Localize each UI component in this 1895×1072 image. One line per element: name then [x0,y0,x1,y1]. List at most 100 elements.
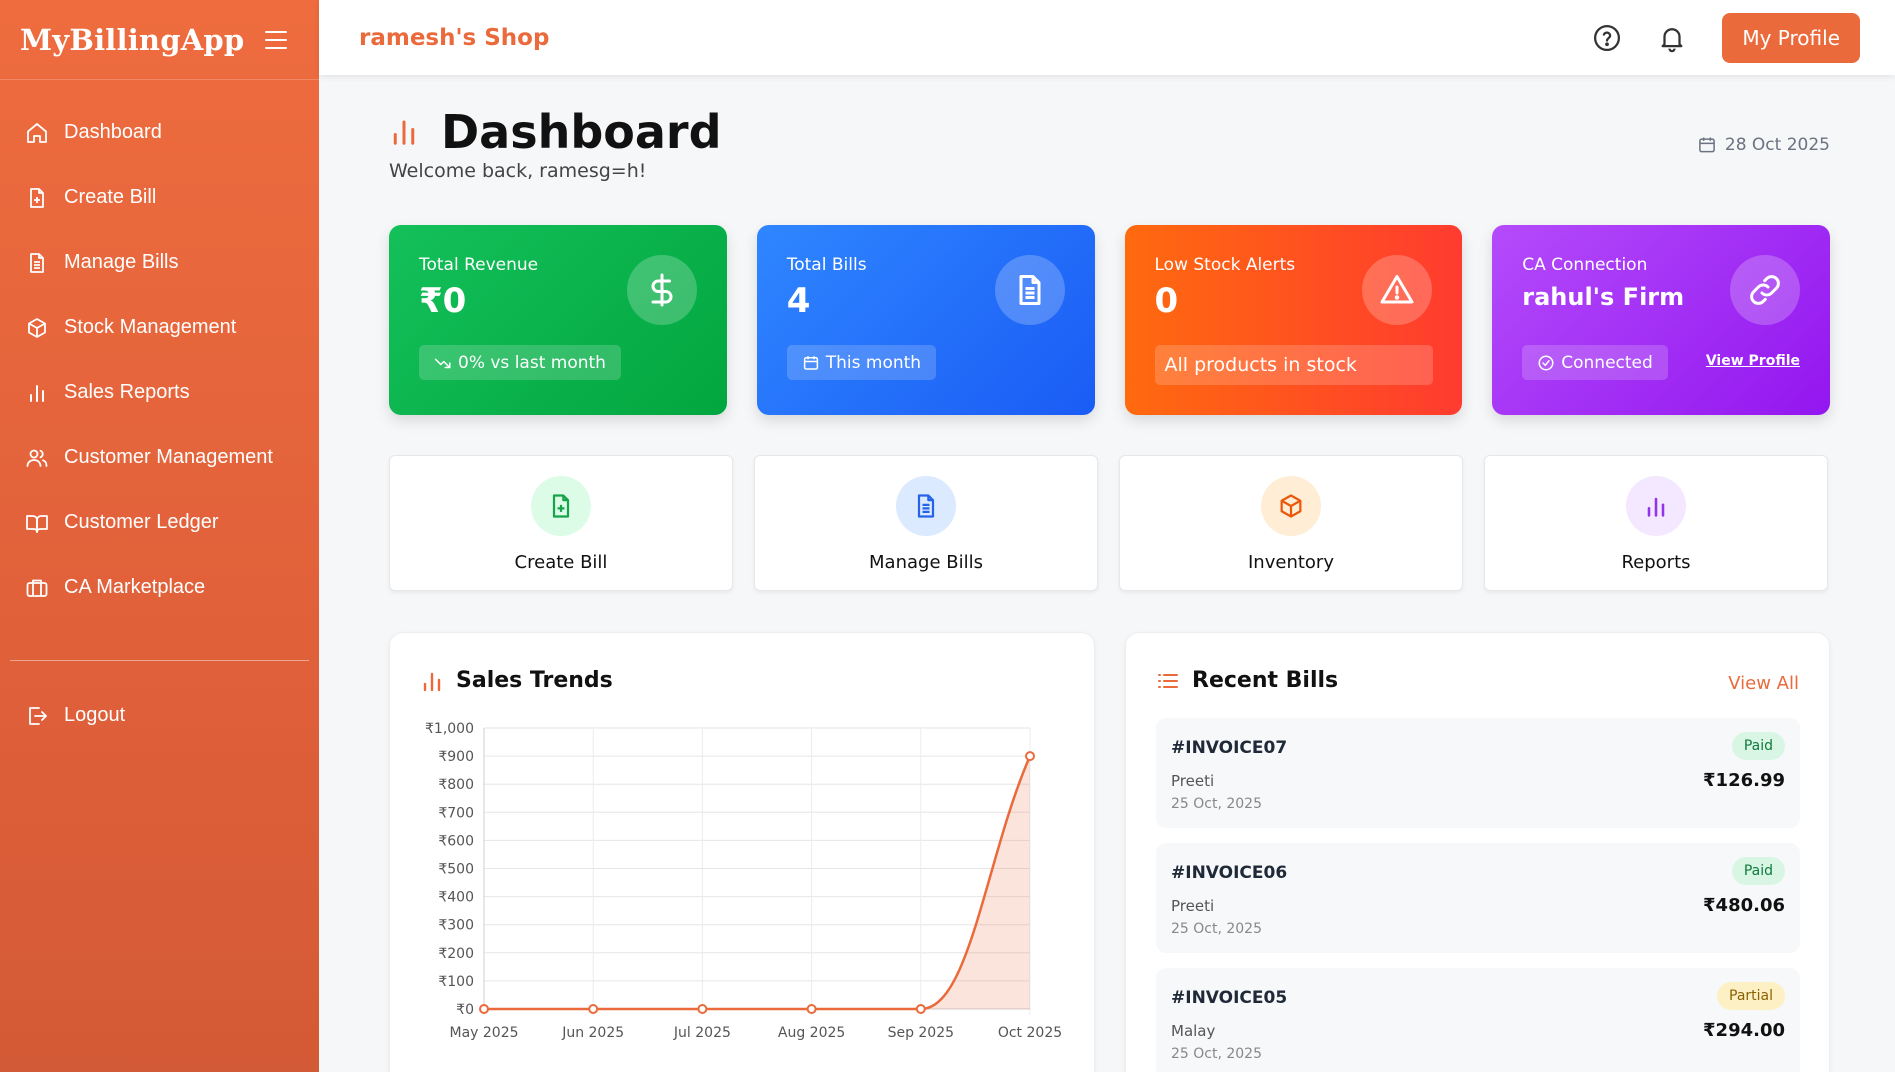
welcome-message: Welcome back, ramesg=h! [389,160,647,182]
sidebar-item-customer-ledger[interactable]: Customer Ledger [0,490,319,555]
stat-icon-circle [994,255,1065,325]
calendar-icon [803,355,818,370]
bill-amount: ₹294.00 [1703,1020,1785,1041]
bill-status-badge: Paid [1731,732,1785,760]
sidebar-item-stock-management[interactable]: Stock Management [0,295,319,360]
dollar-icon [651,273,673,307]
quick-action-manage-bills[interactable]: Manage Bills [754,455,1098,591]
book-icon [26,514,48,533]
sidebar-item-ca-marketplace[interactable]: CA Marketplace [0,555,319,620]
date-text: 28 Oct 2025 [1724,135,1830,155]
recent-bills-panel: Recent Bills View All #INVOICE07 Preeti … [1125,632,1830,1072]
check-circle-icon [1538,355,1554,370]
my-profile-button[interactable]: My Profile [1722,12,1860,63]
help-icon[interactable] [1592,23,1622,53]
panel-title-text: Recent Bills [1192,668,1339,693]
file-plus-icon [30,187,44,208]
bill-customer: Malay [1171,1022,1216,1040]
y-tick-label: ₹200 [438,946,474,962]
quick-action-label: Manage Bills [869,552,983,573]
sidebar-item-manage-bills[interactable]: Manage Bills [0,230,319,295]
link-icon [1750,275,1780,305]
bar-chart-icon [30,384,44,402]
bill-date: 25 Oct, 2025 [1171,1046,1262,1062]
bill-item[interactable]: #INVOICE06 Preeti 25 Oct, 2025 Paid ₹480… [1156,843,1800,953]
bill-status-badge: Paid [1731,857,1785,885]
sales-area-fill [484,756,1030,1009]
bar-chart-icon [1647,497,1665,517]
sidebar-item-sales-reports[interactable]: Sales Reports [0,360,319,425]
sidebar-item-logout[interactable]: Logout [0,683,319,748]
bill-customer: Preeti [1171,897,1215,915]
y-tick-label: ₹900 [438,749,474,765]
data-point [697,1004,708,1014]
sidebar-item-dashboard[interactable]: Dashboard [0,100,319,165]
y-tick-label: ₹0 [456,1002,474,1018]
data-point [915,1004,926,1014]
x-tick-label: Jun 2025 [561,1025,624,1041]
bill-id: #INVOICE05 [1171,988,1288,1008]
logout-icon [29,706,47,725]
chip-text: Connected [1561,352,1653,373]
stock-status-chip: All products in stock [1154,345,1433,385]
low-stock-card[interactable]: Low Stock Alerts 0 All products in stock [1124,225,1463,415]
box-icon [1280,494,1302,518]
quick-action-label: Create Bill [514,552,608,573]
quick-action-inventory[interactable]: Inventory [1119,455,1463,591]
quick-actions: Create Bill Manage Bills Inventory Repor… [389,455,1830,591]
sidebar-item-customer-management[interactable]: Customer Management [0,425,319,490]
y-tick-label: ₹800 [438,777,474,793]
sidebar-item-label: Create Bill [64,186,157,208]
total-revenue-card[interactable]: Total Revenue ₹0 0% vs last month [389,225,727,415]
sidebar-item-label: CA Marketplace [64,576,206,598]
y-tick-label: ₹300 [438,918,474,934]
quick-action-create-bill[interactable]: Create Bill [389,455,733,591]
sidebar-item-label: Customer Management [64,446,273,468]
briefcase-icon [26,579,48,597]
sales-line [484,755,1032,1011]
y-tick-label: ₹400 [438,890,474,906]
quick-action-reports[interactable]: Reports [1484,455,1828,591]
page-title-row: Dashboard [389,105,722,159]
y-tick-label: ₹500 [438,862,474,878]
bell-icon[interactable] [1657,23,1687,53]
quick-action-label: Inventory [1248,552,1334,573]
data-point [806,1004,817,1014]
data-point [1025,751,1035,762]
ca-connection-card[interactable]: CA Connection rahul's Firm Connected Vie… [1492,225,1830,415]
total-bills-card[interactable]: Total Bills 4 This month [756,225,1095,415]
bill-item[interactable]: #INVOICE05 Malay 25 Oct, 2025 Partial ₹2… [1156,968,1800,1072]
quick-action-label: Reports [1621,552,1691,573]
chip-text: 0% vs last month [458,352,606,373]
view-all-link[interactable]: View All [1728,673,1799,694]
sidebar-item-label: Manage Bills [64,251,179,273]
box-icon [28,317,46,338]
page-title: Dashboard [441,105,722,159]
bill-amount: ₹126.99 [1703,770,1785,791]
data-point [479,1004,489,1014]
sidebar-item-create-bill[interactable]: Create Bill [0,165,319,230]
x-tick-label: May 2025 [449,1025,518,1041]
y-tick-label: ₹1,000 [425,721,474,737]
hamburger-menu-icon[interactable] [265,30,287,49]
quick-action-icon-circle [531,476,591,536]
sidebar-item-label: Logout [64,704,126,726]
bill-date: 25 Oct, 2025 [1171,921,1262,937]
bar-chart-icon [393,120,415,145]
x-tick-label: Oct 2025 [998,1025,1062,1041]
stat-icon-circle [1362,255,1433,325]
x-tick-label: Jul 2025 [673,1025,731,1041]
stat-cards: Total Revenue ₹0 0% vs last month Total … [389,225,1830,415]
sales-trends-chart[interactable]: ₹0 ₹100 ₹200 ₹300 ₹400 ₹500 ₹600 ₹700 ₹800 ₹900 ₹1… [390,633,1096,1072]
bill-status-badge: Partial [1717,982,1785,1010]
file-text-icon [917,494,935,518]
users-icon [26,449,48,467]
sidebar: MyBillingApp Dashboard Create Bill Manag… [0,0,319,1072]
app-logo[interactable]: MyBillingApp [20,23,244,57]
top-header: ramesh's Shop My Profile [319,0,1895,75]
quick-action-icon-circle [1626,476,1686,536]
brand-bar: MyBillingApp [0,0,319,80]
panel-title: Recent Bills [1156,668,1338,693]
bill-item[interactable]: #INVOICE07 Preeti 25 Oct, 2025 Paid ₹126… [1156,718,1800,828]
view-profile-link[interactable]: View Profile [1706,353,1800,369]
